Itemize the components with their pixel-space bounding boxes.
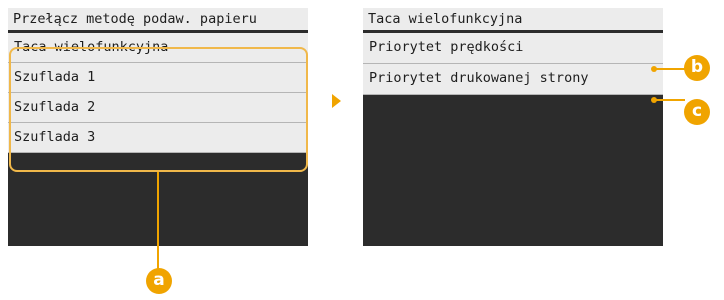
callout-a-line <box>157 172 159 271</box>
list-item-speed-priority[interactable]: Priorytet prędkości <box>363 33 663 64</box>
priority-list: Priorytet prędkości Priorytet drukowanej… <box>363 33 663 95</box>
callout-a-badge: a <box>146 268 172 294</box>
screen-title: Taca wielofunkcyjna <box>363 8 663 30</box>
list-highlight-frame <box>9 47 308 172</box>
next-screen-arrow-icon <box>332 94 341 108</box>
callout-b-badge: b <box>684 55 710 81</box>
callout-c-line <box>655 99 685 101</box>
list-item-print-side-priority[interactable]: Priorytet drukowanej strony <box>363 64 663 95</box>
callout-c-badge: c <box>684 99 710 125</box>
screen-title: Przełącz metodę podaw. papieru <box>8 8 308 30</box>
callout-b-line <box>655 68 685 70</box>
multipurpose-tray-screen: Taca wielofunkcyjna Priorytet prędkości … <box>363 8 663 246</box>
